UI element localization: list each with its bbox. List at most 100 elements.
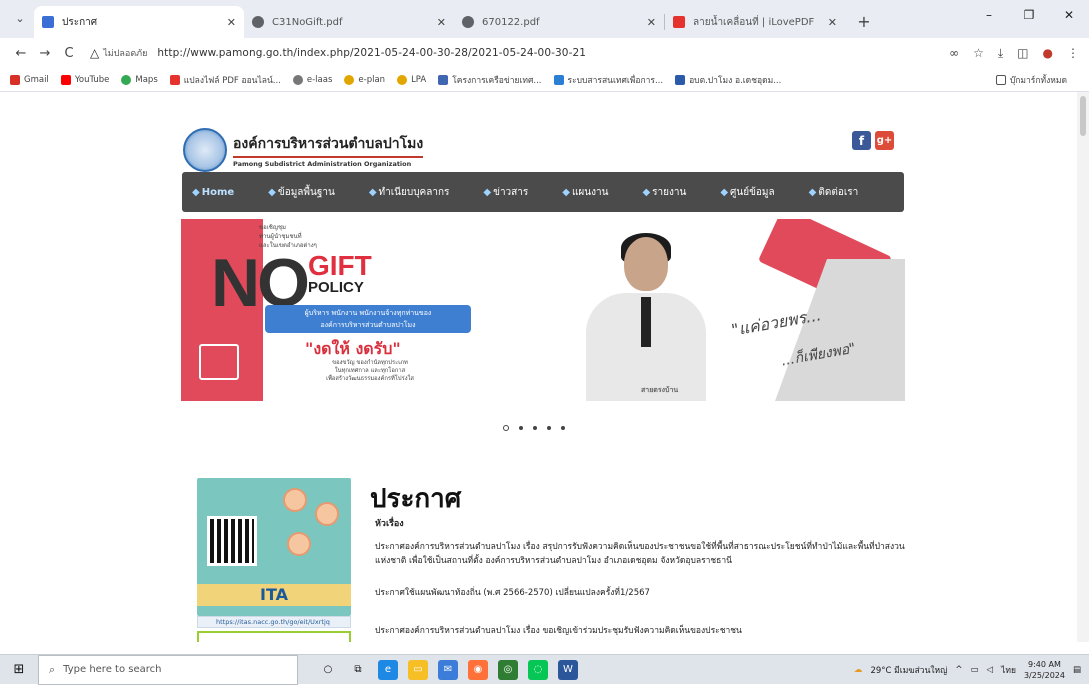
weather-text[interactable]: 29°C มีเมฆส่วนใหญ่ [870, 663, 947, 677]
network-icon[interactable]: ▭ [971, 665, 979, 675]
bookmark-pamong[interactable]: อบต.ปาโมง อ.เดชอุดม... [675, 73, 781, 87]
slider-dot[interactable] [561, 426, 565, 430]
nav-home[interactable]: ◆ Home [192, 187, 234, 198]
password-key-icon[interactable]: ∞ [949, 46, 959, 61]
bookmark-label: Maps [135, 74, 158, 85]
announce-item[interactable]: ประกาศองค์การบริหารส่วนตำบลปาโมง เรื่อง … [375, 624, 915, 638]
chrome-icon[interactable]: ◎ [498, 659, 518, 680]
bookmark-lpa[interactable]: LPA [397, 74, 427, 85]
ita-banner[interactable]: ITA [197, 478, 351, 616]
site-logo[interactable]: องค์การบริหารส่วนตำบลปาโมง Pamong Subdis… [183, 128, 424, 172]
bullet-icon: ◆ [562, 186, 570, 198]
nav-label: Home [201, 186, 235, 198]
bookmark-eplan[interactable]: e-plan [344, 74, 385, 85]
bookmark-youtube[interactable]: YouTube [60, 74, 109, 85]
bookmark-label: LPA [411, 74, 427, 85]
nav-basic-info[interactable]: ◆ ข้อมูลพื้นฐาน [268, 185, 335, 200]
notifications-icon[interactable]: ▤ [1073, 665, 1081, 675]
tab-670122[interactable]: 670122.pdf ✕ [454, 6, 664, 38]
browser-menu-icon[interactable]: ⋮ [1067, 46, 1079, 61]
all-bookmarks[interactable]: บุ๊กมาร์กทั้งหมด [995, 73, 1067, 87]
gift-box-icon [199, 344, 239, 380]
restore-button[interactable]: ❐ [1009, 0, 1049, 30]
side-panel-icon[interactable]: ◫ [1017, 46, 1028, 61]
bookmark-info[interactable]: ระบบสารสนเทศเพื่อการ... [553, 73, 663, 87]
tray-chevron-icon[interactable]: ^ [955, 665, 962, 675]
bookmark-elaas[interactable]: e-laas [292, 74, 332, 85]
reload-button[interactable]: C [58, 46, 80, 61]
close-tab-icon[interactable]: ✕ [227, 16, 236, 29]
windows-start-icon[interactable]: ⊞ [0, 655, 38, 685]
task-view-icon[interactable]: ⧉ [348, 660, 368, 680]
bookmark-maps[interactable]: Maps [121, 74, 158, 85]
taskbar-search[interactable]: ⌕ Type here to search [38, 654, 298, 685]
line-icon[interactable]: ◌ [528, 659, 548, 680]
search-placeholder: Type here to search [63, 664, 162, 675]
bookmark-pdf[interactable]: แปลงไฟล์ PDF ออนไลน์... [169, 73, 281, 87]
pamong-icon [675, 74, 686, 85]
tab-title: 670122.pdf [482, 16, 540, 28]
profile-avatar-icon[interactable]: ● [1043, 46, 1053, 61]
warning-icon[interactable]: △ [90, 46, 99, 60]
close-tab-icon[interactable]: ✕ [437, 16, 446, 29]
mail-icon[interactable]: ✉ [438, 659, 458, 680]
url-text[interactable]: http://www.pamong.go.th/index.php/2021-0… [157, 47, 586, 59]
forward-button[interactable]: → [34, 46, 56, 61]
person-icon [287, 532, 311, 556]
edge-icon[interactable]: e [378, 659, 398, 680]
bullet-icon: ◆ [808, 186, 817, 198]
nav-info-center[interactable]: ◆ ศูนย์ข้อมูล [720, 185, 774, 200]
google-plus-icon[interactable]: g+ [875, 131, 894, 150]
tab-prakas[interactable]: ประกาศ ✕ [34, 6, 244, 38]
cortana-icon[interactable]: ○ [318, 660, 338, 680]
folder-icon [995, 74, 1006, 85]
new-tab-button[interactable]: + [851, 8, 877, 34]
tab-c31nogift[interactable]: C31NoGift.pdf ✕ [244, 6, 454, 38]
gmail-icon [10, 74, 20, 85]
input-language[interactable]: ไทย [1001, 663, 1016, 677]
announce-item[interactable]: ประกาศองค์การบริหารส่วนตำบลปาโมง เรื่อง … [375, 540, 915, 568]
page-scrollbar[interactable] [1077, 92, 1089, 642]
nav-plans[interactable]: ◆ แผนงาน [562, 185, 608, 200]
bookmark-gmail[interactable]: Gmail [10, 74, 49, 85]
pdf-icon [169, 74, 180, 85]
back-button[interactable]: ← [10, 46, 32, 61]
file-explorer-icon[interactable]: ▭ [408, 659, 428, 680]
announce-item[interactable]: ประกาศใช้แผนพัฒนาท้องถิ่น (พ.ศ 2566-2570… [375, 586, 915, 600]
word-icon[interactable]: W [558, 659, 578, 680]
bookmark-network[interactable]: โครงการเครือข่ายเทศ... [438, 73, 542, 87]
nav-label: ศูนย์ข้อมูล [730, 186, 775, 198]
slider-dot[interactable] [533, 426, 537, 430]
system-tray: ☁ 29°C มีเมฆส่วนใหญ่ ^ ▭ ◁ ไทย 9:40 AM 3… [854, 659, 1089, 681]
tab-title: ลายน้ำเคลื่อนที่ | iLovePDF [693, 16, 815, 28]
clock[interactable]: 9:40 AM 3/25/2024 [1024, 659, 1065, 681]
tab-search-button[interactable]: ⌄ [6, 4, 34, 32]
announce-heading: หัวเรื่อง [375, 519, 404, 529]
no-gift-policy-banner[interactable]: ขอเชิญชุม ท่านผู้นำชุมชนที่ และในเขตอำเภ… [181, 219, 905, 401]
close-window-button[interactable]: ✕ [1049, 0, 1089, 30]
close-tab-icon[interactable]: ✕ [828, 16, 837, 29]
nav-reports[interactable]: ◆ รายงาน [642, 185, 686, 200]
minimize-button[interactable]: – [969, 0, 1009, 30]
slider-dot[interactable] [547, 426, 551, 430]
nav-personnel[interactable]: ◆ ทำเนียบบุคลากร [369, 185, 450, 200]
nav-contact[interactable]: ◆ ติดต่อเรา [809, 185, 859, 200]
download-icon[interactable]: ⤓ [998, 46, 1003, 61]
volume-icon[interactable]: ◁ [987, 665, 994, 675]
weather-icon[interactable]: ☁ [854, 665, 863, 675]
close-tab-icon[interactable]: ✕ [647, 16, 656, 29]
slider-dot[interactable] [503, 425, 509, 431]
banner-gift-text: GIFT [308, 250, 372, 281]
firefox-icon[interactable]: ◉ [468, 659, 488, 680]
url-field[interactable]: △ ไม่ปลอดภัย http://www.pamong.go.th/ind… [82, 41, 939, 65]
person-icon [315, 502, 339, 526]
nav-news[interactable]: ◆ ข่าวสาร [483, 185, 528, 200]
bookmark-star-icon[interactable]: ☆ [973, 46, 984, 61]
facebook-icon[interactable]: f [852, 131, 871, 150]
tab-ilovepdf[interactable]: ลายน้ำเคลื่อนที่ | iLovePDF ✕ [665, 6, 845, 38]
ita-link[interactable]: https://itas.nacc.go.th/go/eit/Uxrtjq [197, 616, 351, 628]
bookmarks-bar: Gmail YouTube Maps แปลงไฟล์ PDF ออนไลน์.… [0, 68, 1089, 92]
browser-tab-bar: ⌄ ประกาศ ✕ C31NoGift.pdf ✕ 670122.pdf ✕ … [0, 0, 1089, 38]
scrollbar-thumb[interactable] [1080, 96, 1086, 136]
slider-dot[interactable] [519, 426, 523, 430]
